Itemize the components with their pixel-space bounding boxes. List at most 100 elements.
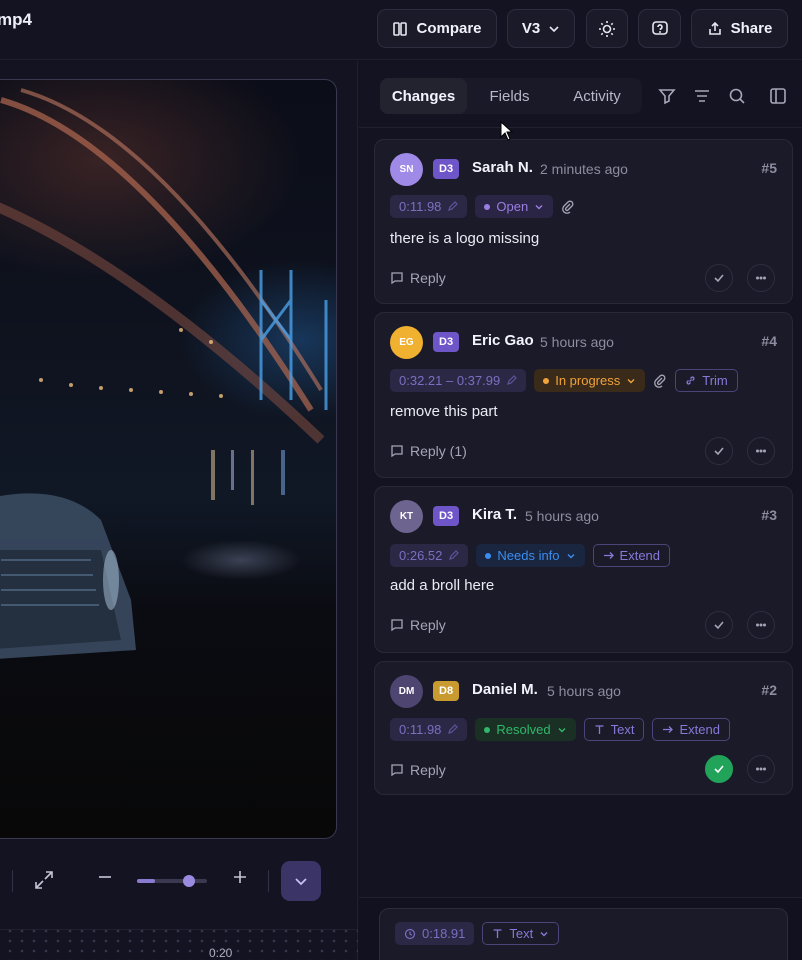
tag-trim[interactable]: Trim bbox=[675, 369, 738, 392]
comment-card[interactable]: KT D3 Kira T. 5 hours ago #3 0:26.52 Nee… bbox=[374, 486, 793, 653]
zoom-slider-handle[interactable] bbox=[182, 875, 195, 887]
status-dropdown[interactable]: Needs info bbox=[476, 544, 585, 567]
controls-divider bbox=[268, 870, 269, 892]
sort-button[interactable] bbox=[693, 87, 711, 110]
more-options-button[interactable] bbox=[747, 264, 775, 292]
timeline-tick-label: 0:20 bbox=[209, 946, 233, 960]
comment-number: #4 bbox=[761, 333, 777, 349]
zoom-out-button[interactable] bbox=[98, 867, 112, 892]
more-options-button[interactable] bbox=[747, 437, 775, 465]
comment-chips: 0:11.98 Open bbox=[390, 195, 575, 218]
status-dropdown[interactable]: Open bbox=[475, 195, 554, 218]
video-pane: 0:20 bbox=[0, 61, 358, 960]
comment-author: Eric Gao bbox=[472, 332, 534, 349]
toggle-sidebar-button[interactable] bbox=[769, 87, 787, 110]
comments-panel: Changes Fields Activity SN D3 Sarah N. 2… bbox=[359, 61, 802, 960]
search-icon bbox=[729, 88, 745, 104]
speech-bubble-icon bbox=[391, 272, 403, 285]
collapse-toggle-button[interactable] bbox=[281, 861, 321, 901]
chevron-down-icon bbox=[627, 378, 635, 383]
more-options-button[interactable] bbox=[747, 755, 775, 783]
reply-label: Reply (1) bbox=[410, 443, 467, 459]
comment-card[interactable]: DM D8 Daniel M. 5 hours ago #2 0:11.98 R… bbox=[374, 661, 793, 795]
compare-button[interactable]: Compare bbox=[377, 9, 497, 48]
video-frame[interactable] bbox=[0, 79, 337, 839]
device-badge: D3 bbox=[433, 332, 460, 352]
more-options-button[interactable] bbox=[747, 611, 775, 639]
reply-label: Reply bbox=[410, 762, 446, 778]
composer-timestamp-chip[interactable]: 0:18.91 bbox=[395, 922, 475, 945]
composer-timestamp: 0:18.91 bbox=[422, 926, 466, 941]
device-badge: D3 bbox=[433, 159, 460, 179]
status-label: Needs info bbox=[497, 548, 560, 563]
pencil-icon bbox=[449, 550, 460, 560]
comment-time: 5 hours ago bbox=[525, 508, 599, 524]
comment-author: Sarah N. bbox=[472, 159, 533, 176]
avatar: EG bbox=[390, 326, 423, 359]
arrow-right-icon bbox=[603, 552, 614, 559]
comment-number: #5 bbox=[761, 160, 777, 176]
comment-composer[interactable]: 0:18.91 Text bbox=[379, 908, 788, 960]
panel-tabs: Changes Fields Activity bbox=[380, 78, 642, 114]
timestamp-chip[interactable]: 0:32.21 – 0:37.99 bbox=[390, 369, 527, 392]
resolve-button[interactable] bbox=[705, 264, 733, 292]
pencil-icon bbox=[507, 375, 518, 385]
composer-type-label: Text bbox=[509, 926, 534, 941]
composer-type-dropdown[interactable]: Text bbox=[482, 922, 560, 945]
tag-text[interactable]: Text bbox=[583, 718, 645, 741]
zoom-slider[interactable] bbox=[137, 875, 207, 887]
tag-label: Extend bbox=[619, 548, 661, 563]
tab-fields[interactable]: Fields bbox=[467, 78, 552, 114]
device-badge: D8 bbox=[433, 681, 460, 701]
reply-button[interactable]: Reply bbox=[390, 270, 446, 286]
reply-button[interactable]: Reply bbox=[390, 617, 446, 633]
status-label: Resolved bbox=[496, 722, 551, 737]
paperclip-icon[interactable] bbox=[653, 374, 667, 388]
version-select[interactable]: V3 bbox=[507, 9, 575, 48]
status-dot bbox=[543, 377, 550, 384]
comment-author: Kira T. bbox=[472, 506, 518, 523]
compare-label: Compare bbox=[416, 20, 482, 37]
version-label: V3 bbox=[521, 20, 541, 37]
tag-extend[interactable]: Extend bbox=[652, 718, 730, 741]
status-dot bbox=[485, 552, 492, 559]
tab-changes[interactable]: Changes bbox=[380, 78, 467, 114]
zoom-in-button[interactable] bbox=[233, 867, 247, 892]
status-dropdown[interactable]: In progress bbox=[534, 369, 646, 392]
funnel-icon bbox=[658, 89, 676, 105]
timestamp-chip[interactable]: 0:11.98 bbox=[390, 195, 468, 218]
resolve-button[interactable] bbox=[705, 437, 733, 465]
mouse-cursor-icon bbox=[500, 121, 514, 141]
timestamp-chip[interactable]: 0:11.98 bbox=[390, 718, 468, 741]
comment-card[interactable]: EG D3 Eric Gao 5 hours ago #4 0:32.21 – … bbox=[374, 312, 793, 478]
resolved-button[interactable] bbox=[705, 755, 733, 783]
device-badge: D3 bbox=[433, 506, 460, 526]
timestamp-value: 0:11.98 bbox=[399, 722, 442, 737]
theme-toggle-button[interactable] bbox=[586, 9, 628, 48]
share-button[interactable]: Share bbox=[691, 9, 788, 48]
timeline[interactable] bbox=[0, 929, 358, 960]
tag-extend[interactable]: Extend bbox=[592, 544, 671, 567]
filter-button[interactable] bbox=[658, 87, 676, 110]
minus-icon bbox=[99, 876, 111, 878]
top-bar: mp4 Compare V3 Share bbox=[0, 0, 802, 60]
check-icon bbox=[714, 447, 724, 456]
link-icon bbox=[686, 376, 695, 385]
comment-text: add a broll here bbox=[390, 577, 495, 594]
fullscreen-button[interactable] bbox=[33, 869, 55, 896]
paperclip-icon[interactable] bbox=[561, 200, 575, 214]
help-button[interactable] bbox=[638, 9, 681, 48]
timestamp-value: 0:11.98 bbox=[399, 199, 442, 214]
reply-button[interactable]: Reply bbox=[390, 762, 446, 778]
comment-card[interactable]: SN D3 Sarah N. 2 minutes ago #5 0:11.98 … bbox=[374, 139, 793, 304]
expand-arrows-icon bbox=[35, 871, 53, 889]
timestamp-chip[interactable]: 0:26.52 bbox=[390, 544, 469, 567]
search-button[interactable] bbox=[728, 87, 746, 110]
check-icon bbox=[714, 621, 724, 630]
status-dropdown[interactable]: Resolved bbox=[475, 718, 576, 741]
tab-activity[interactable]: Activity bbox=[552, 78, 642, 114]
comment-chips: 0:32.21 – 0:37.99 In progress Trim bbox=[390, 369, 738, 392]
resolve-button[interactable] bbox=[705, 611, 733, 639]
status-dot bbox=[484, 203, 491, 210]
reply-button[interactable]: Reply (1) bbox=[390, 443, 467, 459]
